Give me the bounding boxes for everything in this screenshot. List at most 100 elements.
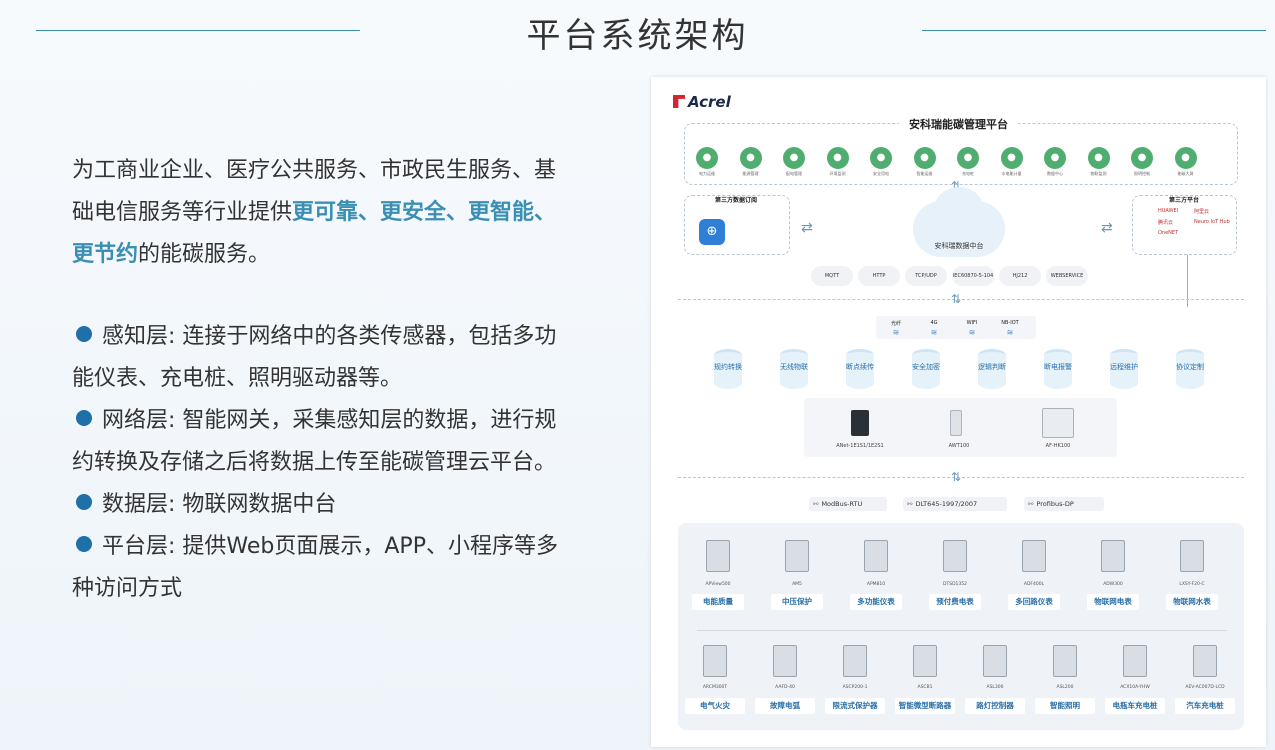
pin-icon: ● bbox=[783, 147, 805, 169]
platform-icon-label: 水电能计量 bbox=[1001, 171, 1022, 176]
meter-model-label: ASCP200-1 bbox=[842, 685, 868, 690]
meter-type-tag: 电能质量 bbox=[692, 594, 744, 610]
meter-row-divider bbox=[697, 630, 1227, 631]
network-label: NB-IOT bbox=[1001, 320, 1019, 326]
double-arrow-left-icon: ⇄ bbox=[801, 220, 813, 236]
platform-icon-label: 能源管理 bbox=[742, 171, 759, 176]
meter-model-label: DTSD1352 bbox=[943, 582, 967, 587]
meter-model-label: LXSY-F20-C bbox=[1179, 582, 1205, 587]
meter-model-label: APView500 bbox=[705, 582, 731, 587]
recycle-icon: ● bbox=[739, 147, 762, 169]
meter-model-label: AEV-AC007D-LCD bbox=[1185, 685, 1225, 690]
meter-type-tag: 物联网电表 bbox=[1087, 594, 1139, 610]
meter-model-label: ASL200 bbox=[1056, 685, 1074, 690]
platform-title: 安科瑞能碳管理平台 bbox=[651, 116, 1266, 132]
meter-type-tag: 故障电弧 bbox=[755, 698, 815, 714]
protocol-chip: HTTP bbox=[858, 266, 900, 286]
meter-type-tag: 路灯控制器 bbox=[965, 698, 1025, 714]
database-icon: ⊕ bbox=[699, 219, 725, 245]
gateway-function-label: 无线物联 bbox=[780, 363, 808, 371]
platform-icon-label: 智能运维 bbox=[916, 171, 933, 176]
cabinet-icon: ● bbox=[913, 147, 936, 169]
logo-text: Acrel bbox=[688, 93, 731, 111]
bullet-icon bbox=[76, 326, 92, 342]
meter-model-label: ARCM300T bbox=[702, 685, 728, 690]
bus-chip: ⚯ ModBus-RTU bbox=[809, 497, 887, 511]
gateway-function-label: 远程维护 bbox=[1110, 363, 1138, 371]
layer-item: 平台层: 提供Web页面展示，APP、小程序等多种访问方式 bbox=[72, 526, 572, 610]
meter-model-label: ADF400L bbox=[1023, 582, 1045, 587]
platform-icon-label: 电力运维 bbox=[699, 171, 715, 176]
gateway-device-icon bbox=[1042, 408, 1074, 438]
meter-type-tag: 多功能仪表 bbox=[850, 594, 902, 610]
gateway-model-label: AF-HK100 bbox=[1045, 443, 1071, 449]
wifi-icon: ≋ bbox=[930, 328, 938, 337]
platform-icon-label: 配电管理 bbox=[786, 171, 802, 176]
gateway-function-label: 协议定制 bbox=[1176, 363, 1204, 371]
protocol-chip: MQTT bbox=[811, 266, 853, 286]
meter-type-tag: 电气火灾 bbox=[685, 698, 745, 714]
layer-label: 数据层: bbox=[102, 492, 176, 517]
cloud-icon: ● bbox=[826, 147, 849, 169]
protocol-chip: TCP/UDP bbox=[905, 266, 947, 286]
bullet-icon bbox=[76, 410, 92, 426]
bus-label: Profibus-DP bbox=[1036, 500, 1074, 508]
third-platform-item: OneNET bbox=[1158, 230, 1179, 236]
meter-device-icon bbox=[1180, 540, 1204, 572]
meter-device-icon bbox=[943, 540, 967, 572]
link-icon: ⚯ bbox=[813, 500, 819, 508]
meter-device-icon bbox=[913, 645, 937, 677]
meter-type-tag: 汽车充电桩 bbox=[1175, 698, 1235, 714]
layer-label: 感知层: bbox=[102, 324, 176, 349]
meter-type-tag: 中压保护 bbox=[771, 594, 823, 610]
intro-text: 为工商业企业、医疗公共服务、市政民生服务、基础电信服务等行业提供更可靠、更安全、… bbox=[72, 150, 572, 276]
bullet-icon bbox=[76, 536, 92, 552]
grid-icon: ● bbox=[870, 147, 892, 169]
third-platform-item: HUAWEI bbox=[1158, 208, 1179, 214]
protocol-chip: WEBSERVICE bbox=[1046, 266, 1088, 286]
third-platform-item: 阿里云 bbox=[1194, 209, 1210, 215]
meter-type-tag: 预付费电表 bbox=[929, 594, 981, 610]
platform-icon-label: 物联监测 bbox=[1090, 171, 1107, 176]
intro-suffix: 的能碳服务。 bbox=[138, 242, 271, 267]
platform-icon-label: 能碳大屏 bbox=[1177, 171, 1194, 176]
platform-icon-label: 数据中心 bbox=[1047, 171, 1063, 176]
charger-icon: ● bbox=[957, 147, 979, 169]
wifi-icon: ≋ bbox=[892, 328, 900, 337]
meter-device-icon bbox=[785, 540, 809, 572]
meter-device-icon bbox=[1053, 645, 1077, 677]
meter-type-tag: 电瓶车充电桩 bbox=[1105, 698, 1165, 714]
bulb-icon: ● bbox=[1131, 147, 1153, 169]
page-title: 平台系统架构 bbox=[526, 16, 749, 56]
data-center-label: 安科瑞数据中台 bbox=[934, 242, 984, 250]
link-icon: ⚯ bbox=[1028, 500, 1034, 508]
meter-model-label: ADW300 bbox=[1103, 582, 1123, 587]
third-platform-title: 第三方平台 bbox=[1169, 197, 1200, 204]
meter-type-tag: 智能照明 bbox=[1035, 698, 1095, 714]
layer-list: 感知层: 连接于网络中的各类传感器，包括多功能仪表、充电桩、照明驱动器等。 网络… bbox=[72, 316, 572, 610]
protocol-chip: IEC60870-5-104 bbox=[952, 266, 994, 286]
gateway-function-label: 断电报警 bbox=[1044, 363, 1072, 371]
network-label: WIFI bbox=[966, 320, 978, 326]
platform-icon-label: 环境监测 bbox=[829, 171, 846, 176]
layer-item: 网络层: 智能网关，采集感知层的数据，进行规约转换及存储之后将数据上传至能碳管理… bbox=[72, 400, 572, 484]
meter-device-icon bbox=[1101, 540, 1125, 572]
meter-device-icon bbox=[703, 645, 727, 677]
leaf-icon: ● bbox=[696, 147, 718, 169]
third-sub-title: 第三方数据订阅 bbox=[715, 197, 758, 204]
bus-label: DLT645-1997/2007 bbox=[915, 500, 978, 508]
third-platform-item: 腾讯云 bbox=[1158, 220, 1174, 226]
meter-type-tag: 多回路仪表 bbox=[1008, 594, 1060, 610]
layer-label: 平台层: bbox=[102, 534, 176, 559]
layer-item: 感知层: 连接于网络中的各类传感器，包括多功能仪表、充电桩、照明驱动器等。 bbox=[72, 316, 572, 400]
bus-label: ModBus-RTU bbox=[821, 500, 863, 508]
network-label: 光纤 bbox=[890, 321, 901, 327]
layer-text: 物联网数据中台 bbox=[182, 492, 337, 517]
meter-device-icon bbox=[1022, 540, 1046, 572]
meter-device-icon bbox=[843, 645, 867, 677]
signal-icon: ● bbox=[1087, 147, 1110, 169]
meter-device-icon bbox=[1123, 645, 1147, 677]
platform-icon-label: 安全用电 bbox=[873, 171, 889, 176]
meter-device-icon bbox=[706, 540, 730, 572]
gateway-function-label: 逻辑判断 bbox=[978, 363, 1006, 371]
